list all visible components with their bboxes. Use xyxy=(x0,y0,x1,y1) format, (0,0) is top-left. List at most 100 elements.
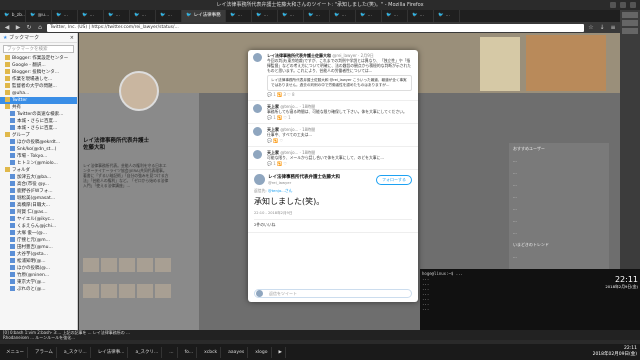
panel-button[interactable] xyxy=(622,12,638,18)
media-thumb[interactable] xyxy=(101,258,117,272)
bookmark-item[interactable]: Twitter xyxy=(0,97,77,104)
browser-tab[interactable]: 🐦... xyxy=(356,10,382,22)
browser-tab[interactable]: 🐦... xyxy=(226,10,252,22)
panel-button[interactable] xyxy=(622,20,638,26)
back-icon[interactable]: ◀ xyxy=(3,24,11,32)
media-thumb[interactable] xyxy=(155,258,171,272)
browser-tab[interactable]: 🐦... xyxy=(252,10,278,22)
browser-tab[interactable]: 🐦... xyxy=(52,10,78,22)
bookmark-item[interactable]: くまえらん@jchi... xyxy=(0,223,77,230)
thread-tweet[interactable]: 天上家 @tenjo... · 18時間 可能な限り、メールから話し合いで体を大事… xyxy=(248,147,418,170)
bookmark-item[interactable]: ヒトミン(@miolo... xyxy=(0,160,77,167)
bookmark-item[interactable]: 高合(市役 @y... xyxy=(0,181,77,188)
avatar[interactable] xyxy=(254,174,265,185)
taskbar-item[interactable]: xcbck xyxy=(201,346,222,358)
tweet-actions[interactable]: 💬 1 🔁 3 ♡ 8 xyxy=(267,92,412,97)
media-thumb[interactable] xyxy=(137,284,153,298)
taskbar-item[interactable]: aaayes xyxy=(225,346,249,358)
thread-tweet[interactable]: 天上家 @tenjo... · 18時間 事務所しても寝る時間は、可能な限り確保し… xyxy=(248,101,418,124)
browser-tab[interactable]: 🐦... xyxy=(408,10,434,22)
taskbar-item[interactable]: アラーム xyxy=(32,346,57,358)
browser-tab[interactable]: 🐦... xyxy=(382,10,408,22)
taskbar-clock[interactable]: 22:11 2018年02月09日(金) xyxy=(593,346,637,358)
tweet-timestamp[interactable]: 22:10 - 2018年2月9日 xyxy=(254,211,412,216)
right-column-item[interactable]: おすすめユーザー xyxy=(509,143,609,155)
bookmark-item[interactable]: 高橋厚(日職大... xyxy=(0,202,77,209)
right-column-item[interactable]: ... xyxy=(509,179,609,191)
bookmark-item[interactable]: 本城・さらに百度... xyxy=(0,125,77,132)
avatar[interactable] xyxy=(253,150,262,159)
avatar[interactable] xyxy=(253,53,262,62)
browser-tab[interactable]: 🐦... xyxy=(304,10,330,22)
bookmark-item[interactable]: 堀松美(@masat... xyxy=(0,195,77,202)
maximize-button[interactable] xyxy=(620,2,626,8)
media-thumb[interactable] xyxy=(119,284,135,298)
menu-icon[interactable]: ≡ xyxy=(609,24,617,32)
browser-tab[interactable]: 🐦... xyxy=(104,10,130,22)
media-thumb[interactable] xyxy=(155,284,171,298)
bookmark-item[interactable]: 田村豊吉(@mu... xyxy=(0,244,77,251)
bookmark-item[interactable]: 作業を現場通しセ... xyxy=(0,76,77,83)
bookmark-item[interactable]: Blogger: 作業設定センター xyxy=(0,55,77,62)
panel-button[interactable] xyxy=(622,28,638,34)
media-thumb[interactable] xyxy=(101,284,117,298)
bookmark-item[interactable]: 庁捜と元(@m... xyxy=(0,237,77,244)
author-handle[interactable]: @rei_lawyer xyxy=(268,180,340,185)
bookmark-item[interactable]: Blogger: 投稿センタ... xyxy=(0,69,77,76)
bookmark-item[interactable]: Google - 翻訳... xyxy=(0,62,77,69)
browser-tab[interactable]: 🐦... xyxy=(156,10,182,22)
browser-tab[interactable]: 🐦... xyxy=(78,10,104,22)
browser-tab[interactable]: 🐦 @u... xyxy=(26,10,52,22)
right-column-item[interactable]: ... xyxy=(509,167,609,179)
reply-input[interactable]: 返信をツイート xyxy=(254,289,412,298)
bookmark-item[interactable]: ほかの投稿(@... xyxy=(0,265,77,272)
home-icon[interactable]: ⌂ xyxy=(36,24,44,32)
bookmark-item[interactable]: ヤイエル(@ikyc... xyxy=(0,216,77,223)
right-column-item[interactable]: ... xyxy=(509,227,609,239)
taskbar-item[interactable]: ... xyxy=(166,346,178,358)
tweet-actions[interactable]: 💬 1 🔁 ♡ xyxy=(267,161,412,166)
url-bar[interactable]: Twitter, Inc. (US) | https://twitter.com… xyxy=(47,23,584,32)
like-count[interactable]: 2件のいいね xyxy=(254,219,412,228)
bookmark-item[interactable]: ほかの投稿@ekrdt... xyxy=(0,139,77,146)
browser-tab[interactable]: 🐦 レイ法律事務 xyxy=(182,10,226,22)
bookmark-item[interactable]: 大谷芋(@sta... xyxy=(0,251,77,258)
profile-avatar[interactable] xyxy=(119,71,159,111)
follow-button[interactable]: フォローする xyxy=(376,174,412,185)
forward-icon[interactable]: ▶ xyxy=(14,24,22,32)
right-column-item[interactable]: いまどきのトレンド xyxy=(509,239,609,251)
bookmark-item[interactable]: グループ xyxy=(0,132,77,139)
bookmark-item[interactable]: 加津五大(@ba... xyxy=(0,174,77,181)
download-icon[interactable]: ↓ xyxy=(598,24,606,32)
browser-tab[interactable]: 🐦... xyxy=(278,10,304,22)
bookmark-item[interactable]: Twitterの高速な検索... xyxy=(0,111,77,118)
taskbar-item[interactable]: a_スクリ... xyxy=(132,346,163,358)
bookmark-item[interactable]: 竹原(@ninen... xyxy=(0,272,77,279)
bookmark-item[interactable]: 共有 xyxy=(0,104,77,111)
bookmark-item[interactable]: 東京大学(@... xyxy=(0,279,77,286)
browser-tab[interactable]: 🐦... xyxy=(130,10,156,22)
right-column-item[interactable]: ... xyxy=(509,215,609,227)
tweet-actions[interactable]: 💬 🔁 ♡ xyxy=(267,138,412,143)
quoted-tweet[interactable]: レイ法律事務所代表弁護士佐藤大和 @rei_lawyer こういった報道、報道が… xyxy=(267,75,412,91)
taskbar-item[interactable]: a_スクリ... xyxy=(61,346,91,358)
right-column-item[interactable]: ... xyxy=(509,191,609,203)
reload-icon[interactable]: ↻ xyxy=(25,24,33,32)
taskbar-item[interactable]: fo... xyxy=(182,346,198,358)
tweet-actions[interactable]: 💬 1 🔁 ♡ 1 xyxy=(267,115,412,120)
close-sidebar-icon[interactable]: × xyxy=(70,33,74,43)
right-column-item[interactable]: ... xyxy=(509,155,609,167)
bookmark-item[interactable]: フォルダ xyxy=(0,167,77,174)
bookmark-item[interactable]: @uha... xyxy=(0,90,77,97)
media-thumb[interactable] xyxy=(137,258,153,272)
browser-tab[interactable]: 🐦... xyxy=(434,10,460,22)
avatar[interactable] xyxy=(253,104,262,113)
bookmark-star-icon[interactable]: ☆ xyxy=(587,24,595,32)
media-thumb[interactable] xyxy=(83,284,99,298)
bookmark-item[interactable]: ぷれのと(@... xyxy=(0,286,77,293)
media-thumb[interactable] xyxy=(119,258,135,272)
bookmark-item[interactable]: 市場 - Tokyo... xyxy=(0,153,77,160)
bookmark-item[interactable]: 監督者の大学の問題... xyxy=(0,83,77,90)
thread-tweet[interactable]: レイ法律事務所代表弁護士佐藤大和 @rei_lawyer · 2月9日 今回の判決… xyxy=(248,50,418,101)
bookmark-item[interactable]: 鹿野谷(FWフォ... xyxy=(0,188,77,195)
